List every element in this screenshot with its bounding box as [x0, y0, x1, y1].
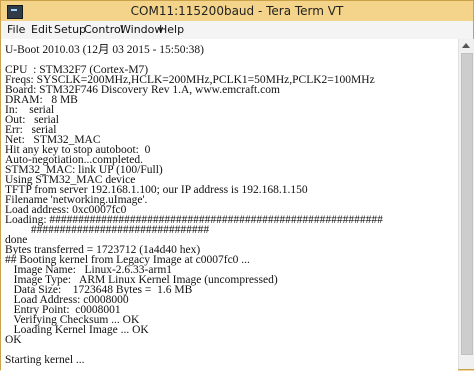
scrollbar-thumb[interactable] — [461, 53, 473, 355]
window-title: COM11:115200baud - Tera Term VT — [130, 4, 344, 18]
menu-bar: File Edit Setup Control Window Help — [1, 21, 473, 40]
terminal-line: Loading Kernel Image ... OK — [5, 324, 149, 336]
terminal-line: Starting kernel ... — [5, 354, 85, 366]
menu-control[interactable]: Control — [84, 22, 124, 38]
terminal-output[interactable]: U-Boot 2010.03 (12月 03 2015 - 15:50:38) C… — [1, 39, 458, 371]
menu-window[interactable]: Window — [120, 22, 163, 38]
title-bar[interactable]: COM11:115200baud - Tera Term VT — [1, 1, 473, 21]
menu-help[interactable]: Help — [159, 22, 184, 38]
terminal-line: OK — [5, 334, 22, 346]
terminal-line: U-Boot 2010.03 (12月 03 2015 - 15:50:38) — [5, 44, 205, 56]
menu-file[interactable]: File — [7, 22, 25, 38]
terminal-line: ############################### — [5, 224, 210, 236]
menu-edit[interactable]: Edit — [31, 22, 52, 38]
scroll-up-arrow-icon[interactable] — [462, 43, 470, 48]
menu-setup[interactable]: Setup — [54, 22, 86, 38]
terminal-window: COM11:115200baud - Tera Term VT File Edi… — [0, 0, 474, 371]
vertical-scrollbar[interactable] — [458, 39, 474, 369]
